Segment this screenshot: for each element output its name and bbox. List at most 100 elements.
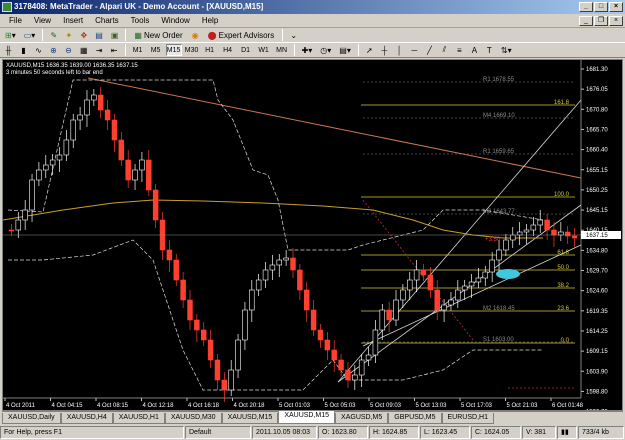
- indicators-button[interactable]: ✚ ▾: [299, 44, 316, 57]
- candle-body: [249, 289, 255, 311]
- expert-advisors-icon: ⬤: [207, 30, 217, 40]
- time-label: 4 Oct 08:15: [97, 403, 129, 409]
- timeframe-w1[interactable]: W1: [256, 44, 272, 56]
- profiles-button[interactable]: ▭ ▾: [21, 29, 39, 42]
- new-order-button[interactable]: ▦ New Order: [130, 29, 186, 42]
- tab-xauusd-m15-active[interactable]: XAUUSD,M15: [278, 411, 336, 424]
- chart-tabs: XAUUSD,Daily XAUUSD,H4 XAUUSD,H1 XAUUSD,…: [2, 411, 623, 424]
- mdi-minimize-button[interactable]: _: [579, 15, 593, 26]
- tab-xauusd-h4[interactable]: XAUUSD,H4: [60, 413, 113, 424]
- tab-eurusd-h1[interactable]: EURUSD,H1: [441, 413, 494, 424]
- tile-windows-icon: ▦: [80, 45, 88, 55]
- label-button[interactable]: T: [483, 44, 496, 57]
- price-label: 1670.80: [586, 107, 608, 113]
- price-label: 1665.70: [586, 127, 608, 133]
- menu-window[interactable]: Window: [155, 15, 195, 27]
- market-watch-button[interactable]: ✎: [47, 29, 60, 42]
- arrows-icon: ⇅: [500, 45, 508, 55]
- fib-level-label: 50.0: [557, 265, 569, 271]
- minimize-button[interactable]: _: [579, 2, 593, 12]
- candle-body: [345, 369, 351, 381]
- mdi-close-button[interactable]: ×: [609, 15, 623, 26]
- trendline-icon: ╱: [426, 45, 432, 55]
- fibonacci-button[interactable]: ≡: [453, 44, 466, 57]
- status-volume: V: 381: [522, 426, 556, 439]
- crosshair-button[interactable]: ┼: [378, 44, 391, 57]
- candle-body: [310, 309, 317, 331]
- mdi-restore-button[interactable]: ❐: [594, 15, 608, 26]
- templates-button[interactable]: ▤ ▾: [336, 44, 354, 57]
- timeframe-h4[interactable]: H4: [220, 44, 236, 56]
- terminal-button[interactable]: ▤: [92, 29, 106, 42]
- time-label: 5 Oct 21:03: [507, 403, 539, 409]
- price-label: 1603.90: [586, 369, 608, 375]
- candle-body: [200, 329, 207, 341]
- menu-view[interactable]: View: [28, 15, 57, 27]
- channel-button[interactable]: ⫽: [438, 44, 451, 57]
- tab-xauusd-h1[interactable]: XAUUSD,H1: [112, 413, 165, 424]
- tab-gbpusd-m5[interactable]: GBPUSD,M5: [388, 413, 442, 424]
- charts-toolbar: ╫ ▮ ∿ ⊕ ⊖ ▦ ⇥ ⇤ M1 M5 M15 M30 H1 H4 D1 W…: [0, 43, 625, 58]
- data-window-button[interactable]: ✦: [62, 29, 75, 42]
- menu-help[interactable]: Help: [196, 15, 224, 27]
- timeframe-d1[interactable]: D1: [238, 44, 254, 56]
- status-high: H: 1624.85: [369, 426, 419, 439]
- pivot-label: M2 1618.45: [483, 306, 515, 312]
- timeframe-mn[interactable]: MN: [274, 44, 290, 56]
- candle-body: [180, 279, 186, 301]
- periods-button[interactable]: ◷ ▾: [317, 44, 334, 57]
- tab-xauusd-m30[interactable]: XAUUSD,M30: [164, 413, 222, 424]
- zoom-out-button[interactable]: ⊖: [62, 44, 75, 57]
- timeframe-m5[interactable]: M5: [148, 44, 164, 56]
- vertical-line-button[interactable]: │: [393, 44, 406, 57]
- price-label: 1609.15: [586, 349, 608, 355]
- metaeditor-button[interactable]: ◉: [189, 29, 202, 42]
- menu-insert[interactable]: Insert: [57, 15, 89, 27]
- arrows-button[interactable]: ⇅ ▾: [498, 44, 515, 57]
- timeframe-m15[interactable]: M15: [165, 44, 182, 56]
- candle-body: [104, 109, 111, 121]
- menu-tools[interactable]: Tools: [125, 15, 156, 27]
- zoom-in-button[interactable]: ⊕: [47, 44, 60, 57]
- pivot-label: M3 1643.77: [483, 209, 515, 215]
- clock-icon: ◷: [320, 45, 328, 55]
- horizontal-line-button[interactable]: ─: [408, 44, 421, 57]
- price-chart[interactable]: 1681.30 1676.05 1670.80 1665.70 1660.40 1655.…: [2, 59, 623, 411]
- tab-xauusd-daily[interactable]: XAUUSD,Daily: [2, 413, 61, 424]
- strategy-tester-button[interactable]: ▣: [108, 29, 122, 42]
- status-profile[interactable]: Default: [185, 426, 251, 439]
- navigator-button[interactable]: ✥: [77, 29, 90, 42]
- text-button[interactable]: A: [468, 44, 481, 57]
- new-chart-button[interactable]: ⊞ ▾: [2, 29, 19, 42]
- menu-file[interactable]: File: [3, 15, 28, 27]
- toolbar-menu-button[interactable]: ⌄: [287, 29, 300, 42]
- maximize-button[interactable]: □: [594, 2, 608, 12]
- candle-body: [8, 229, 15, 232]
- cursor-button[interactable]: ➚: [363, 44, 376, 57]
- price-label: 1629.70: [586, 269, 608, 275]
- timeframe-h1[interactable]: H1: [202, 44, 218, 56]
- tile-windows-button[interactable]: ▦: [77, 44, 91, 57]
- candle-body: [475, 277, 482, 283]
- line-chart-button[interactable]: ∿: [32, 44, 45, 57]
- candle-body: [365, 354, 372, 361]
- candlestick-button[interactable]: ▮: [17, 44, 30, 57]
- timeframe-m30[interactable]: M30: [184, 44, 200, 56]
- tab-xauusd-m15[interactable]: XAUUSD,M15: [221, 413, 279, 424]
- expert-advisors-button[interactable]: ⬤ Expert Advisors: [204, 29, 279, 42]
- fib-level-label: 161.8: [554, 100, 570, 106]
- timeframe-m1[interactable]: M1: [130, 44, 146, 56]
- cursor-icon: ➚: [366, 45, 373, 55]
- chart-shift-button[interactable]: ⇥: [93, 44, 106, 57]
- line-chart-icon: ∿: [35, 45, 42, 55]
- toolbar-separator: [357, 44, 359, 56]
- bar-chart-button[interactable]: ╫: [2, 44, 15, 57]
- close-button[interactable]: ×: [609, 2, 623, 12]
- menu-bar: File View Insert Charts Tools Window Hel…: [0, 14, 625, 28]
- tab-xagusd-m5[interactable]: XAGUSD,M5: [335, 413, 389, 424]
- chart-canvas[interactable]: 1681.30 1676.05 1670.80 1665.70 1660.40 1655.…: [3, 60, 622, 410]
- menu-charts[interactable]: Charts: [89, 15, 125, 27]
- autoscroll-button[interactable]: ⇤: [108, 44, 121, 57]
- candle-body: [530, 224, 537, 231]
- trendline-button[interactable]: ╱: [423, 44, 436, 57]
